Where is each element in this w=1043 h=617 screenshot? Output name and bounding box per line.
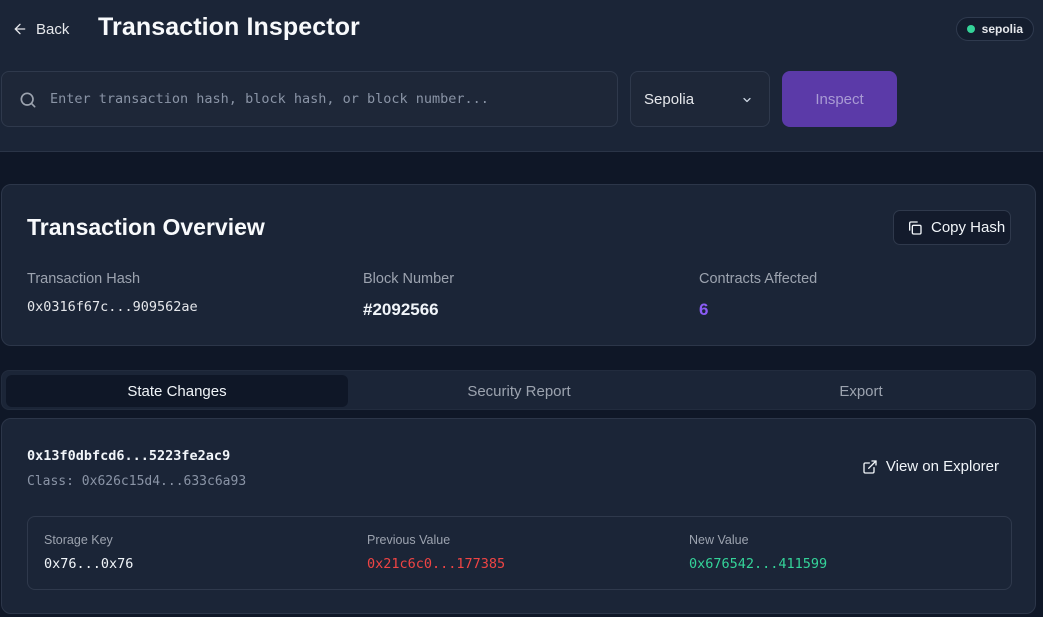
network-badge: sepolia	[955, 17, 1034, 41]
storage-key-label: Storage Key	[44, 533, 113, 547]
network-badge-label: sepolia	[981, 22, 1023, 36]
search-box	[1, 71, 618, 127]
storage-change-row: Storage Key 0x76...0x76 Previous Value 0…	[27, 516, 1012, 590]
new-value-label: New Value	[689, 533, 749, 547]
transaction-overview-card: Transaction Overview Copy Hash Transacti…	[1, 184, 1036, 346]
search-input[interactable]	[50, 72, 610, 126]
search-icon	[20, 92, 36, 108]
arrow-left-icon	[14, 23, 26, 35]
tx-hash-value: 0x0316f67c...909562ae	[27, 299, 198, 315]
contracts-affected-label: Contracts Affected	[699, 271, 818, 287]
class-hash: Class: 0x626c15d4...633c6a93	[27, 474, 247, 489]
copy-icon	[909, 220, 922, 235]
new-value: 0x676542...411599	[689, 556, 828, 572]
network-select-value: Sepolia	[644, 90, 695, 108]
copy-hash-label: Copy Hash	[931, 219, 1006, 236]
page-title: Transaction Inspector	[98, 13, 360, 41]
chevron-down-icon	[743, 97, 751, 103]
back-button[interactable]: Back	[12, 18, 69, 40]
contracts-affected-value: 6	[699, 300, 709, 319]
block-number-label: Block Number	[363, 271, 455, 287]
inspect-button[interactable]: Inspect	[782, 71, 897, 127]
tab-export[interactable]: Export	[690, 375, 1032, 407]
state-change-card: 0x13f0dbfcd6...5223fe2ac9 Class: 0x626c1…	[1, 418, 1036, 614]
view-on-explorer-link[interactable]: View on Explorer	[862, 458, 999, 475]
overview-title: Transaction Overview	[27, 214, 265, 240]
copy-hash-button[interactable]: Copy Hash	[893, 210, 1011, 245]
storage-key-value: 0x76...0x76	[44, 556, 134, 572]
block-number-value: #2092566	[363, 300, 439, 319]
tab-state-changes[interactable]: State Changes	[6, 375, 348, 407]
contract-address: 0x13f0dbfcd6...5223fe2ac9	[27, 448, 231, 464]
tx-hash-label: Transaction Hash	[27, 271, 141, 287]
tab-security-report[interactable]: Security Report	[348, 375, 690, 407]
tab-bar: State Changes Security Report Export	[1, 370, 1036, 410]
external-link-icon	[863, 459, 877, 474]
previous-value: 0x21c6c0...177385	[367, 556, 506, 572]
status-dot-icon	[966, 25, 975, 33]
network-select[interactable]: Sepolia	[630, 71, 770, 127]
previous-value-label: Previous Value	[367, 533, 451, 547]
header: Back Transaction Inspector sepolia Sepol…	[0, 0, 1043, 152]
back-label: Back	[36, 20, 70, 38]
view-on-explorer-label: View on Explorer	[885, 458, 999, 475]
